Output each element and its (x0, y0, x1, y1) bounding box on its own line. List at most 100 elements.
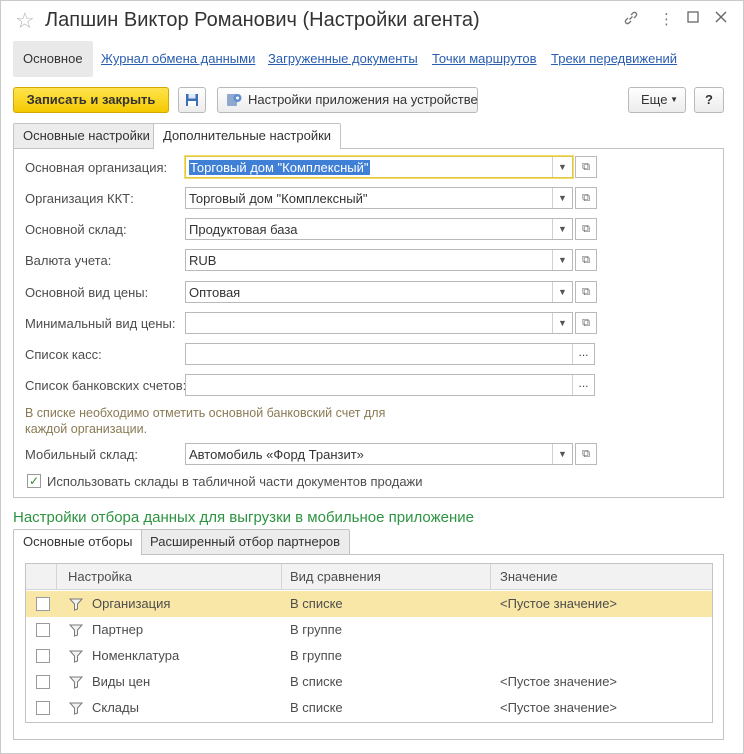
row-setting: Виды цен (92, 674, 151, 689)
nav-main[interactable]: Основное (13, 41, 93, 77)
filter-field-icon (69, 650, 83, 663)
nav-exchange-log[interactable]: Журнал обмена данными (101, 41, 255, 77)
select-icon[interactable]: ... (572, 344, 594, 364)
dropdown-icon[interactable]: ▼ (552, 282, 572, 302)
row-setting: Склады (92, 700, 139, 715)
row-checkbox[interactable] (36, 623, 50, 637)
nav-tracks[interactable]: Треки передвижений (551, 41, 677, 77)
row-value: <Пустое значение> (500, 596, 618, 611)
tab-main-filters[interactable]: Основные отборы (13, 529, 143, 555)
link-icon[interactable] (623, 10, 639, 31)
filters-section-title: Настройки отбора данных для выгрузки в м… (13, 509, 474, 526)
device-settings-label: Настройки приложения на устройстве (248, 92, 478, 107)
dropdown-icon[interactable]: ▼ (552, 157, 572, 177)
column-header-setting[interactable]: Настройка (68, 569, 132, 584)
select-icon[interactable]: ... (572, 375, 594, 395)
main-warehouse-value: Продуктовая база (189, 222, 298, 237)
filter-field-icon (69, 598, 83, 611)
row-setting: Организация (92, 596, 171, 611)
row-checkbox[interactable] (36, 649, 50, 663)
open-icon[interactable]: ⧉ (575, 312, 597, 334)
min-price-type-label: Минимальный вид цены: (25, 316, 176, 331)
min-price-type-field[interactable]: ▼ ⧉ (185, 312, 597, 334)
more-label: Еще (641, 92, 668, 107)
dropdown-icon[interactable]: ▼ (552, 313, 572, 333)
row-value: <Пустое значение> (500, 700, 618, 715)
mobile-warehouse-value: Автомобиль «Форд Транзит» (189, 447, 364, 462)
row-comparison: В списке (290, 700, 343, 715)
device-settings-icon (227, 94, 242, 106)
price-type-value: Оптовая (189, 285, 241, 300)
bank-list-label: Список банковских счетов: (25, 378, 187, 393)
row-comparison: В списке (290, 596, 343, 611)
filter-field-icon (69, 702, 83, 715)
mobile-warehouse-label: Мобильный склад: (25, 447, 139, 462)
row-comparison: В группе (290, 622, 342, 637)
filter-field-icon (69, 676, 83, 689)
use-warehouses-checkbox[interactable]: ✓ (27, 474, 41, 488)
open-icon[interactable]: ⧉ (575, 281, 597, 303)
dropdown-icon[interactable]: ▼ (552, 188, 572, 208)
more-icon[interactable]: ⋮ (659, 10, 674, 28)
filters-table: Настройка Вид сравнения Значение Организ… (25, 563, 713, 723)
main-warehouse-label: Основной склад: (25, 222, 127, 237)
table-row[interactable]: Виды цен В списке <Пустое значение> (26, 669, 712, 695)
device-settings-button[interactable]: Настройки приложения на устройстве (217, 87, 478, 113)
open-icon[interactable]: ⧉ (575, 187, 597, 209)
dropdown-icon[interactable]: ▼ (552, 219, 572, 239)
row-value: <Пустое значение> (500, 674, 618, 689)
main-warehouse-field[interactable]: Продуктовая база ▼ ⧉ (185, 218, 597, 240)
nav-loaded-documents[interactable]: Загруженные документы (268, 41, 418, 77)
window-title: Лапшин Виктор Романович (Настройки агент… (45, 9, 480, 31)
currency-field[interactable]: RUB ▼ ⧉ (185, 249, 597, 271)
close-icon[interactable] (715, 10, 727, 28)
currency-label: Валюта учета: (25, 253, 112, 268)
filter-field-icon (69, 624, 83, 637)
floppy-icon (186, 94, 198, 106)
price-type-field[interactable]: Оптовая ▼ ⧉ (185, 281, 597, 303)
open-icon[interactable]: ⧉ (575, 156, 597, 178)
open-icon[interactable]: ⧉ (575, 249, 597, 271)
dropdown-icon[interactable]: ▼ (552, 250, 572, 270)
column-header-comparison[interactable]: Вид сравнения (290, 569, 381, 584)
nav-route-points[interactable]: Точки маршрутов (432, 41, 537, 77)
save-button[interactable] (178, 87, 206, 113)
star-icon[interactable]: ☆ (15, 8, 35, 34)
column-header-value[interactable]: Значение (500, 569, 558, 584)
kkt-org-value: Торговый дом "Комплексный" (189, 191, 368, 206)
row-setting: Партнер (92, 622, 144, 637)
tab-main-settings[interactable]: Основные настройки (13, 123, 160, 148)
table-row[interactable]: Номенклатура В группе (26, 643, 712, 669)
main-org-field[interactable]: Торговый дом "Комплексный" ▼ ⧉ (185, 156, 597, 178)
table-row[interactable]: Организация В списке <Пустое значение> (26, 591, 712, 617)
bank-list-hint: В списке необходимо отметить основной ба… (25, 406, 386, 436)
open-icon[interactable]: ⧉ (575, 443, 597, 465)
row-comparison: В группе (290, 648, 342, 663)
more-button[interactable]: Еще ▼ (628, 87, 686, 113)
settings-window: ☆ Лапшин Виктор Романович (Настройки аге… (0, 0, 744, 754)
row-comparison: В списке (290, 674, 343, 689)
table-row[interactable]: Партнер В группе (26, 617, 712, 643)
open-icon[interactable]: ⧉ (575, 218, 597, 240)
tab-extended-partner-filter[interactable]: Расширенный отбор партнеров (140, 529, 351, 554)
row-checkbox[interactable] (36, 597, 50, 611)
table-row[interactable]: Склады В списке <Пустое значение> (26, 695, 712, 721)
row-setting: Номенклатура (92, 648, 180, 663)
row-checkbox[interactable] (36, 701, 50, 715)
tab-additional-settings[interactable]: Дополнительные настройки (153, 123, 342, 149)
use-warehouses-label: Использовать склады в табличной части до… (47, 474, 423, 489)
main-org-value: Торговый дом "Комплексный" (189, 160, 370, 175)
main-org-label: Основная организация: (25, 160, 168, 175)
mobile-warehouse-field[interactable]: Автомобиль «Форд Транзит» ▼ ⧉ (185, 443, 597, 465)
help-button[interactable]: ? (694, 87, 724, 113)
chevron-down-icon: ▼ (670, 95, 678, 104)
dropdown-icon[interactable]: ▼ (552, 444, 572, 464)
save-close-button[interactable]: Записать и закрыть (13, 87, 169, 113)
kkt-org-field[interactable]: Торговый дом "Комплексный" ▼ ⧉ (185, 187, 597, 209)
maximize-icon[interactable] (687, 10, 699, 28)
kkt-org-label: Организация ККТ: (25, 191, 134, 206)
cash-list-field[interactable]: ... (185, 343, 595, 365)
row-checkbox[interactable] (36, 675, 50, 689)
cash-list-label: Список касс: (25, 347, 102, 362)
bank-list-field[interactable]: ... (185, 374, 595, 396)
